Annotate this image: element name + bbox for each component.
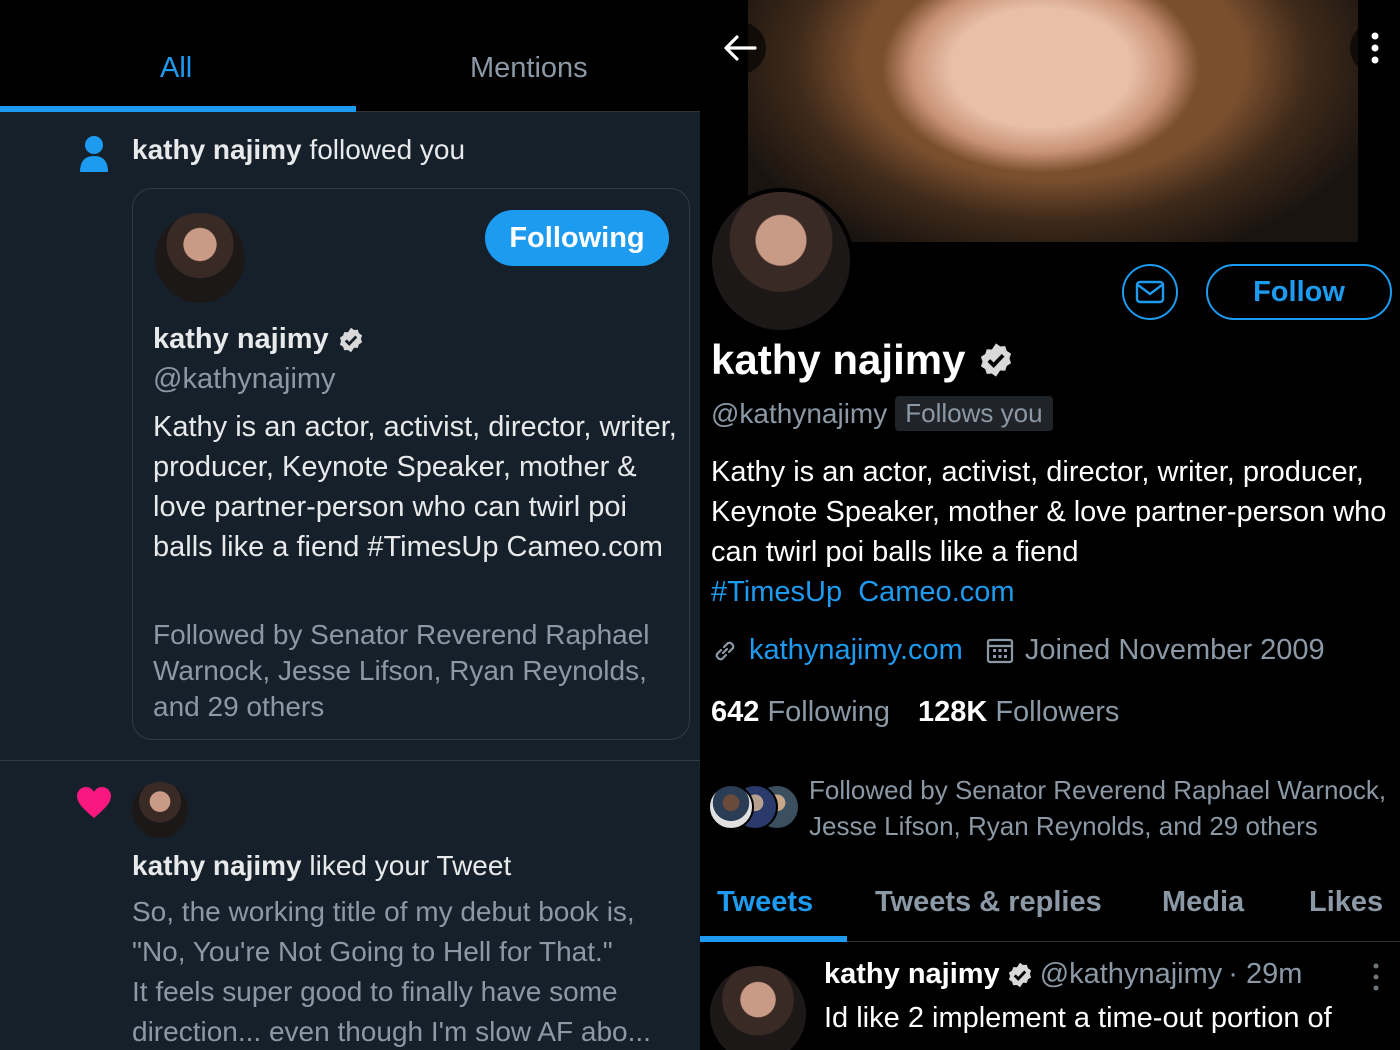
tab-all[interactable]: All [160,52,192,85]
tab-likes[interactable]: Likes [1309,886,1383,919]
notifications-panel: All Mentions kathy najimy followed you F… [0,0,700,1050]
tweet-preview-line: direction... even though I'm slow AF abo… [132,1016,651,1047]
profile-handle-row: @kathynajimy Follows you [711,396,1053,431]
tweet-author-name[interactable]: kathy najimy [824,958,1000,991]
follows-you-badge: Follows you [895,396,1053,431]
divider [0,760,700,761]
profile-avatar[interactable] [708,188,854,334]
calendar-icon [986,638,1013,663]
mutual-followers-avatars[interactable] [708,784,800,830]
more-vertical-icon [1371,32,1379,64]
tab-mentions[interactable]: Mentions [470,52,588,85]
profile-handle: @kathynajimy [711,397,888,429]
tweet-header: kathy najimy @kathynajimy · 29m [824,958,1302,991]
avatar [708,784,754,830]
more-vertical-icon[interactable] [1372,962,1380,992]
arrow-left-icon [724,35,757,61]
tweet-avatar[interactable] [710,966,806,1050]
profile-bio: Kathy is an actor, activist, director, w… [711,452,1396,612]
card-bio: Kathy is an actor, activist, director, w… [153,411,677,563]
like-notification-text: kathy najimy liked your Tweet [132,850,511,882]
tab-media[interactable]: Media [1162,886,1244,919]
liked-tweet-preview[interactable]: So, the working title of my debut book i… [132,892,687,1050]
joined-date: Joined November 2009 [1024,634,1325,666]
avatar[interactable] [132,782,188,838]
tab-indicator [0,106,356,112]
link-icon [715,641,735,660]
card-display-name: kathy najimy [153,323,329,355]
following-button[interactable]: Following [485,210,669,266]
profile-display-name: kathy najimy [711,336,966,383]
follow-button[interactable]: Follow [1206,264,1392,320]
card-name[interactable]: kathy najimy [153,323,365,356]
message-button[interactable] [1122,264,1178,320]
profile-banner-image[interactable] [748,0,1358,242]
tab-tweets[interactable]: Tweets [717,886,813,919]
followers-label: Followers [995,696,1120,728]
following-label: Following [767,696,890,728]
user-card[interactable]: Following kathy najimy @kathynajimy Kath… [132,188,690,740]
notification-actor[interactable]: kathy najimy [132,850,302,881]
bio-hashtag-link[interactable]: #TimesUp [711,576,842,608]
bio-cameo-link[interactable]: Cameo.com [858,576,1014,608]
heart-icon [77,787,111,818]
avatar[interactable] [153,211,247,305]
profile-tabs: Tweets Tweets & replies Media Likes [700,880,1400,942]
back-button[interactable] [714,22,766,74]
follow-notification-text: kathy najimy followed you [132,134,465,166]
followers-stat[interactable]: 128K Followers [918,696,1119,729]
profile-stats: 642 Following 128K Followers [711,696,1119,729]
notification-action: liked your Tweet [301,850,512,881]
followers-count: 128K [917,696,988,728]
website-link[interactable]: kathynajimy.com [749,634,963,667]
more-options-button[interactable] [1350,22,1400,74]
notifications-tabbar: All Mentions [0,0,700,112]
card-followed-by: Followed by Senator Reverend Raphael War… [153,619,650,722]
verified-badge-icon [339,327,362,352]
verified-badge-icon [1008,962,1031,987]
verified-badge-icon [981,343,1012,377]
profile-meta: kathynajimy.com Joined November 2009 [711,634,1325,667]
profile-name: kathy najimy [711,336,1015,384]
profile-bio-text: Kathy is an actor, activist, director, w… [711,456,1387,568]
mail-icon [1135,280,1165,304]
following-count: 642 [711,696,760,728]
tweet-time: · 29m [1228,958,1303,990]
notification-actor[interactable]: kathy najimy [132,134,302,165]
tweet-text: Id like 2 implement a time-out portion o… [824,1002,1332,1034]
following-stat[interactable]: 642 Following [711,696,890,729]
person-icon [80,136,108,172]
profile-panel: Follow kathy najimy @kathynajimy Follows… [700,0,1400,1050]
profile-followed-by[interactable]: Followed by Senator Reverend Raphael War… [809,772,1399,844]
tweet-preview-line: "No, You're Not Going to Hell for That." [132,936,613,967]
tweet-preview-line: So, the working title of my debut book i… [132,896,635,927]
tweet-author-handle: @kathynajimy [1039,958,1223,990]
tab-tweets-and-replies[interactable]: Tweets & replies [875,886,1102,919]
card-handle: @kathynajimy [153,363,336,395]
tab-indicator [700,936,847,942]
tweet-preview-line: It feels super good to finally have some [132,976,618,1007]
notification-action: followed you [301,134,466,165]
